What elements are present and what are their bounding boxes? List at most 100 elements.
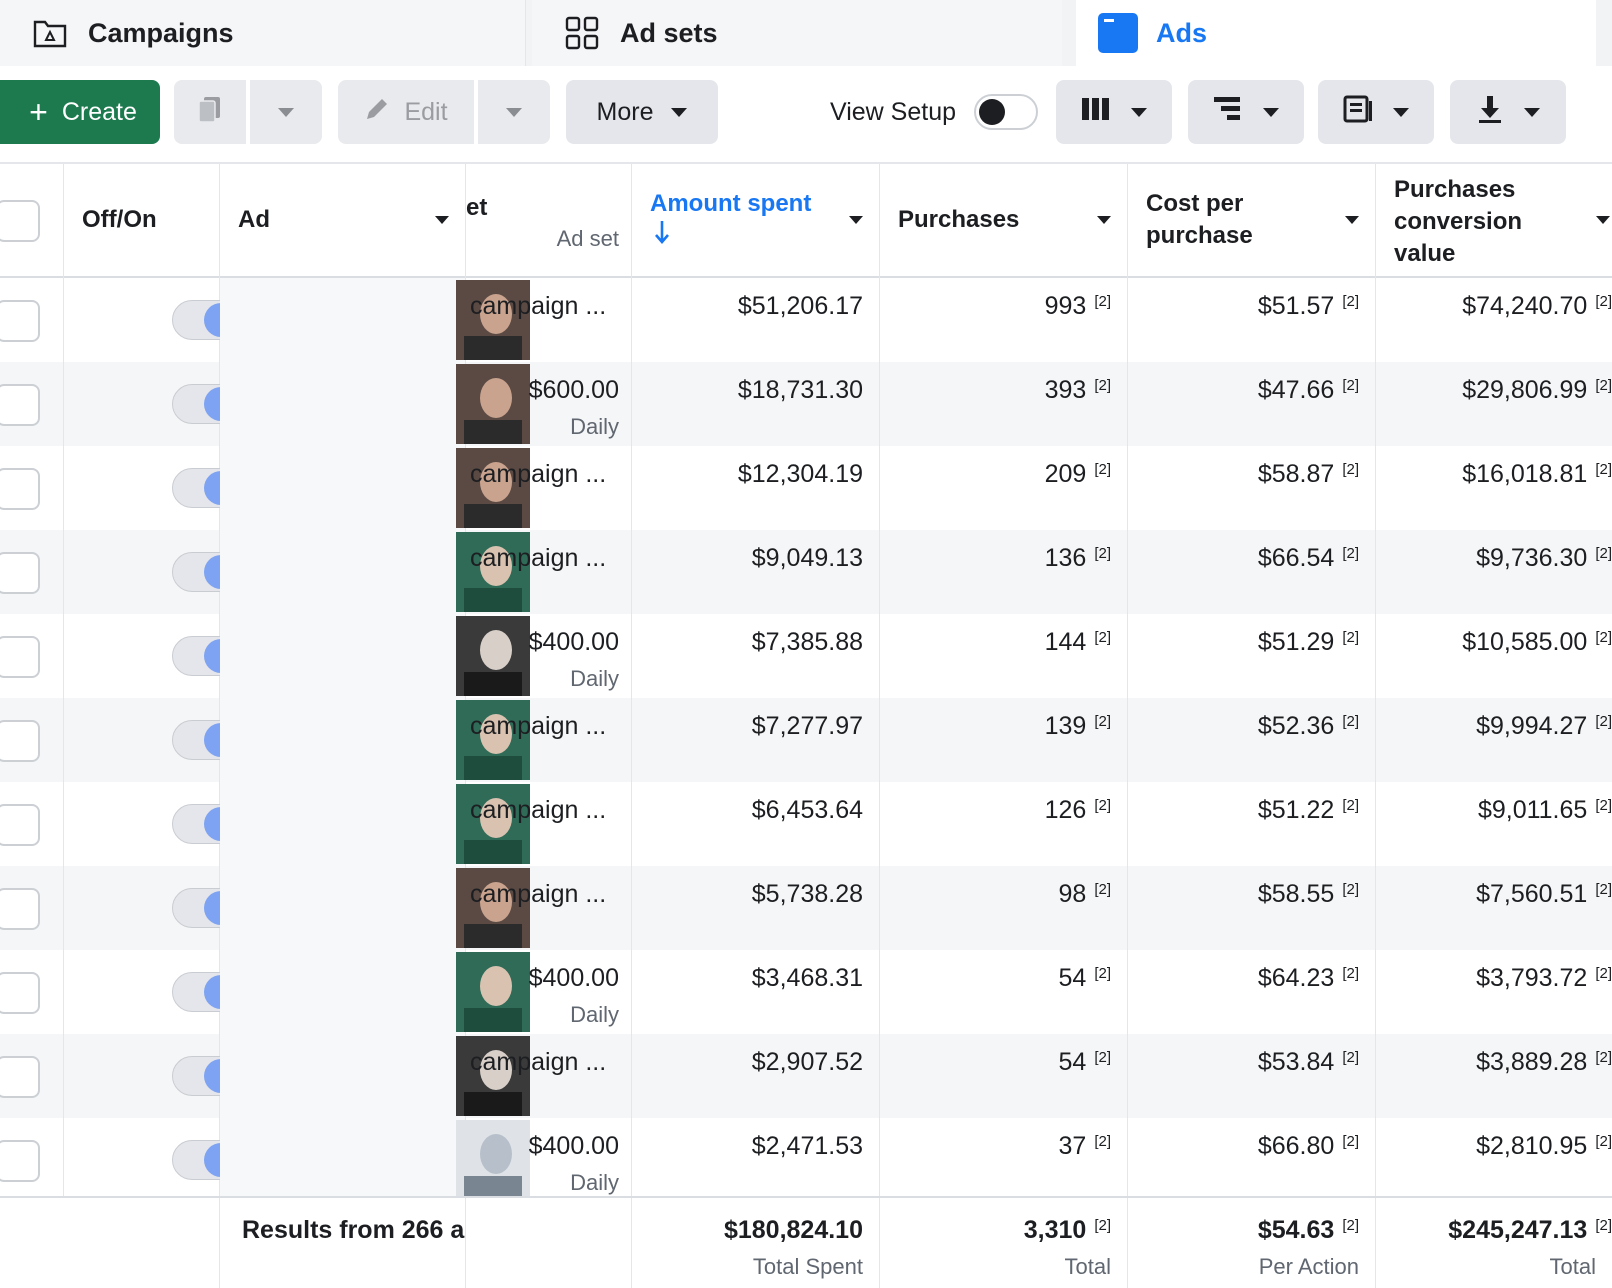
row-checkbox[interactable] <box>0 888 40 930</box>
header-off-on[interactable]: Off/On <box>64 164 220 278</box>
ad-cell[interactable] <box>220 446 530 530</box>
row-checkbox[interactable] <box>0 468 40 510</box>
tab-ad-sets[interactable]: Ad sets <box>532 0 1062 66</box>
reference-mark[interactable]: [2] <box>1094 629 1111 646</box>
ad-cell[interactable] <box>220 530 530 614</box>
reference-mark[interactable]: [2] <box>1595 293 1612 310</box>
purchases-cell: 54 [2] <box>880 950 1128 1034</box>
budget-cell: campaign ... <box>466 698 632 782</box>
value-text: $3,793.72 <box>1476 964 1588 992</box>
select-all-checkbox[interactable] <box>0 200 40 242</box>
ad-cell[interactable] <box>220 866 530 950</box>
reference-mark[interactable]: [2] <box>1094 1133 1111 1150</box>
columns-button[interactable] <box>1056 80 1172 144</box>
row-checkbox[interactable] <box>0 1140 40 1182</box>
budget-value: $400.00 <box>528 964 619 992</box>
reports-button[interactable] <box>1318 80 1434 144</box>
header-conversion-value[interactable]: Purchases conversion value <box>1376 164 1612 278</box>
row-checkbox[interactable] <box>0 300 40 342</box>
chevron-down-icon <box>671 107 688 117</box>
reference-mark[interactable]: [2] <box>1595 1133 1612 1150</box>
amount-spent-value: $3,468.31 <box>751 964 863 992</box>
ad-cell[interactable] <box>220 698 530 782</box>
reference-mark[interactable]: [2] <box>1094 1217 1111 1234</box>
purchases-value: 98 [2] <box>1059 880 1112 909</box>
ad-cell[interactable] <box>220 278 530 362</box>
reference-mark[interactable]: [2] <box>1342 881 1359 898</box>
ad-cell[interactable] <box>220 950 530 1034</box>
view-setup-toggle[interactable] <box>974 94 1039 130</box>
reference-mark[interactable]: [2] <box>1094 713 1111 730</box>
header-line: Purchases <box>1394 176 1516 203</box>
reference-mark[interactable]: [2] <box>1342 461 1359 478</box>
value-text: 393 <box>1044 376 1087 404</box>
table-row: $400.00 Daily $2,471.53 37 [2] $66.80 [2] … <box>0 1118 1612 1202</box>
reference-mark[interactable]: [2] <box>1342 1217 1359 1234</box>
edit-button[interactable]: Edit <box>338 80 474 144</box>
chevron-down-icon <box>1097 216 1111 224</box>
cost-per-purchase-cell: $58.55 [2] <box>1128 866 1376 950</box>
header-cost-per-purchase[interactable]: Cost per purchase <box>1128 164 1376 278</box>
reference-mark[interactable]: [2] <box>1342 293 1359 310</box>
reference-mark[interactable]: [2] <box>1595 1049 1612 1066</box>
reference-mark[interactable]: [2] <box>1094 965 1111 982</box>
header-ad-set-budget[interactable]: et Ad set <box>466 164 632 278</box>
reference-mark[interactable]: [2] <box>1595 1217 1612 1234</box>
reference-mark[interactable]: [2] <box>1595 713 1612 730</box>
ad-cell[interactable] <box>220 362 530 446</box>
reference-mark[interactable]: [2] <box>1595 545 1612 562</box>
row-checkbox[interactable] <box>0 720 40 762</box>
reference-mark[interactable]: [2] <box>1595 881 1612 898</box>
row-checkbox[interactable] <box>0 384 40 426</box>
reports-icon <box>1343 95 1373 130</box>
header-ad[interactable]: Ad <box>220 164 466 278</box>
reference-mark[interactable]: [2] <box>1094 545 1111 562</box>
row-checkbox[interactable] <box>0 552 40 594</box>
reference-mark[interactable]: [2] <box>1342 797 1359 814</box>
ad-cell[interactable] <box>220 614 530 698</box>
reference-mark[interactable]: [2] <box>1342 377 1359 394</box>
reference-mark[interactable]: [2] <box>1094 881 1111 898</box>
reference-mark[interactable]: [2] <box>1342 1133 1359 1150</box>
edit-dropdown[interactable] <box>478 80 550 144</box>
reference-mark[interactable]: [2] <box>1094 1049 1111 1066</box>
create-button[interactable]: + Create <box>0 80 160 144</box>
tab-ads[interactable]: Ads <box>1076 0 1596 66</box>
total-purchases-value: 3,310 [2] <box>1024 1216 1111 1245</box>
ad-cell[interactable] <box>220 1118 530 1202</box>
select-cell <box>0 446 64 530</box>
budget-cell: campaign ... <box>466 866 632 950</box>
reference-mark[interactable]: [2] <box>1595 965 1612 982</box>
row-checkbox[interactable] <box>0 804 40 846</box>
row-checkbox[interactable] <box>0 1056 40 1098</box>
ad-cell[interactable] <box>220 782 530 866</box>
reference-mark[interactable]: [2] <box>1595 377 1612 394</box>
reference-mark[interactable]: [2] <box>1595 797 1612 814</box>
reference-mark[interactable]: [2] <box>1094 461 1111 478</box>
reference-mark[interactable]: [2] <box>1094 293 1111 310</box>
reference-mark[interactable]: [2] <box>1342 629 1359 646</box>
header-amount-spent[interactable]: Amount spent <box>632 164 880 278</box>
tab-campaigns[interactable]: Campaigns <box>0 0 526 66</box>
duplicate-button[interactable] <box>174 80 246 144</box>
reference-mark[interactable]: [2] <box>1342 713 1359 730</box>
row-checkbox[interactable] <box>0 636 40 678</box>
reference-mark[interactable]: [2] <box>1094 797 1111 814</box>
export-button[interactable] <box>1450 80 1566 144</box>
table-row: campaign ... $51,206.17 993 [2] $51.57 [2]… <box>0 278 1612 362</box>
conversion-value: $9,736.30 [2] <box>1476 544 1612 573</box>
reference-mark[interactable]: [2] <box>1342 545 1359 562</box>
select-cell <box>0 866 64 950</box>
duplicate-dropdown[interactable] <box>250 80 322 144</box>
row-checkbox[interactable] <box>0 972 40 1014</box>
reference-mark[interactable]: [2] <box>1094 377 1111 394</box>
reference-mark[interactable]: [2] <box>1342 1049 1359 1066</box>
ad-cell[interactable] <box>220 1034 530 1118</box>
reference-mark[interactable]: [2] <box>1595 461 1612 478</box>
more-button[interactable]: More <box>566 80 718 144</box>
reference-mark[interactable]: [2] <box>1342 965 1359 982</box>
header-purchases[interactable]: Purchases <box>880 164 1128 278</box>
total-value-value: $245,247.13 [2] <box>1448 1216 1612 1245</box>
reference-mark[interactable]: [2] <box>1595 629 1612 646</box>
breakdown-button[interactable] <box>1188 80 1304 144</box>
